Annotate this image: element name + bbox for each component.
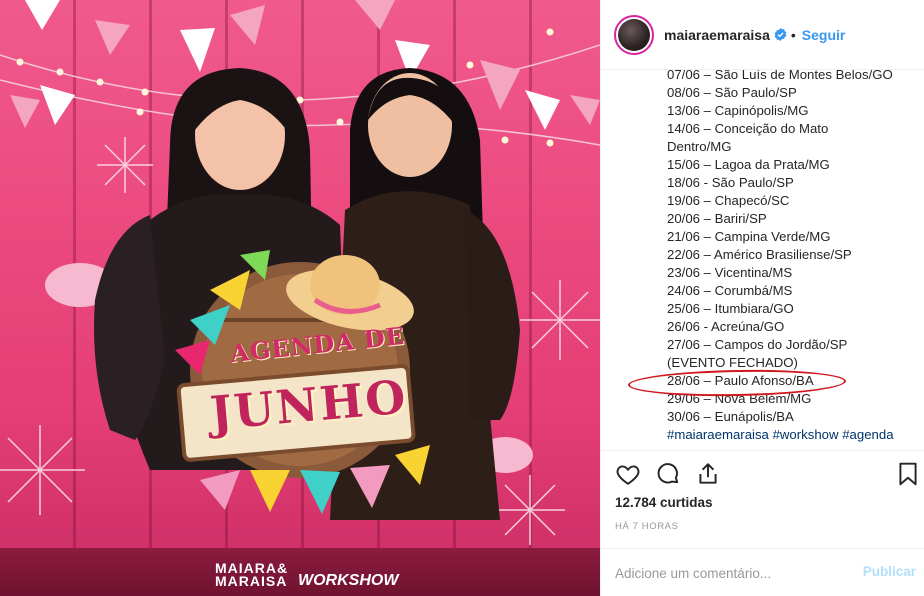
caption-line: Dentro/MG	[667, 139, 732, 154]
comment-form: Publicar	[600, 548, 924, 596]
caption-line: 13/06 – Capinópolis/MG	[667, 103, 809, 118]
caption-line: (EVENTO FECHADO)	[667, 355, 798, 370]
caption-line: 26/06 - Acreúna/GO	[667, 319, 785, 334]
caption-line: 28/06 – Paulo Afonso/BA	[667, 373, 814, 388]
heart-icon[interactable]	[615, 461, 641, 487]
caption-divider	[600, 450, 924, 451]
caption-line: 19/06 – Chapecó/SC	[667, 193, 790, 208]
hashtag-row: #maiaraemaraisa #workshow #agenda	[667, 426, 917, 444]
caption-line: 08/06 – São Paulo/SP	[667, 85, 797, 100]
avatar[interactable]	[614, 14, 654, 55]
caption-text: 07/06 – São Luís de Montes Belos/GO 08/0…	[667, 70, 917, 444]
workshow-logo: WORKSHOW	[298, 572, 399, 589]
caption-line: 21/06 – Campina Verde/MG	[667, 229, 831, 244]
hashtag-link[interactable]: #maiaraemaraisa	[667, 427, 769, 442]
post-actions-bar	[612, 461, 922, 489]
caption-line: 29/06 – Nova Belém/MG	[667, 391, 812, 406]
caption-line: 30/06 – Eunápolis/BA	[667, 409, 794, 424]
brand-logo: MAIARA& MARAISA	[215, 561, 288, 589]
caption-line: 07/06 – São Luís de Montes Belos/GO	[667, 70, 893, 82]
post-caption: 07/06 – São Luís de Montes Belos/GO 08/0…	[601, 70, 924, 450]
comment-input[interactable]	[615, 563, 845, 583]
header-separator: •	[790, 26, 796, 43]
caption-line: 15/06 – Lagoa da Prata/MG	[667, 157, 830, 172]
poster-illustration	[0, 0, 600, 545]
comment-bubble-icon[interactable]	[655, 461, 681, 487]
post-header: maiaraemaraisa • Seguir	[601, 0, 924, 70]
hashtag-link[interactable]: #workshow	[773, 427, 839, 442]
brand-logo-bottom: MARAISA	[215, 573, 288, 589]
caption-line: 20/06 – Bariri/SP	[667, 211, 767, 226]
caption-line: 27/06 – Campos do Jordão/SP	[667, 337, 848, 352]
bookmark-icon[interactable]	[895, 461, 921, 487]
caption-line: 23/06 – Vicentina/MS	[667, 265, 793, 280]
caption-line: 14/06 – Conceição do Mato	[667, 121, 829, 136]
caption-line: 22/06 – Américo Brasiliense/SP	[667, 247, 852, 262]
likes-count[interactable]: 12.784 curtidas	[615, 495, 713, 510]
publish-button[interactable]: Publicar	[863, 564, 916, 579]
share-upload-icon[interactable]	[695, 461, 721, 487]
hashtag-link[interactable]: #agenda	[842, 427, 893, 442]
caption-line: 18/06 - São Paulo/SP	[667, 175, 794, 190]
caption-line: 25/06 – Itumbiara/GO	[667, 301, 794, 316]
username-link[interactable]: maiaraemaraisa	[664, 27, 770, 43]
post-timestamp[interactable]: HÁ 7 HORAS	[615, 521, 679, 532]
post-image[interactable]: AGENDA DE JUNHO MAIARA& MARAISA WORKSHOW	[0, 0, 600, 596]
follow-button[interactable]: Seguir	[802, 27, 846, 43]
verified-badge-icon	[774, 28, 787, 41]
caption-line: 24/06 – Corumbá/MS	[667, 283, 793, 298]
